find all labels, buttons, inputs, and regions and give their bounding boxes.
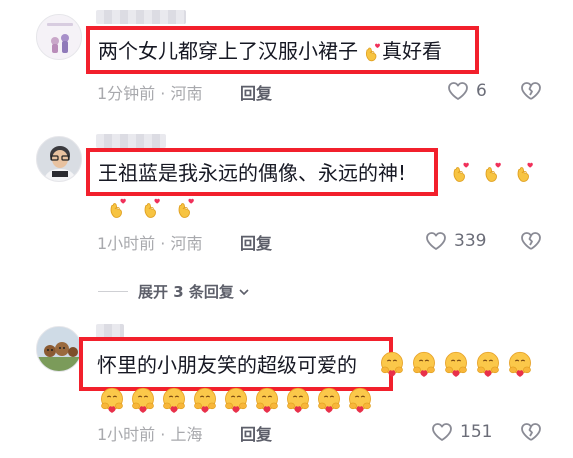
hug-face-emoji (284, 386, 312, 414)
comment-meta: 1小时前 · 上海 (97, 425, 203, 444)
like-button[interactable]: 151 (430, 420, 492, 444)
location: 河南 (170, 234, 203, 253)
emoji-row (378, 350, 534, 378)
hug-face-emoji (253, 386, 281, 414)
finger-heart-emoji (477, 160, 503, 186)
username-blurred[interactable] (96, 324, 124, 338)
heart-outline-icon (446, 79, 470, 103)
avatar[interactable] (36, 136, 82, 182)
hug-face-emoji (410, 350, 438, 378)
like-count: 151 (460, 422, 493, 442)
like-count: 6 (476, 81, 487, 101)
hug-face-emoji (506, 350, 534, 378)
hug-face-emoji (222, 386, 250, 414)
dislike-button[interactable] (519, 79, 543, 107)
comment-item: 王祖蓝是我永远的偶像、永远的神! 1小时前 · 河南 回复 339 (0, 110, 573, 270)
emoji-row (102, 196, 196, 222)
heart-outline-icon (424, 229, 448, 253)
finger-heart-emoji (136, 196, 162, 222)
avatar[interactable] (36, 326, 82, 372)
username-blurred[interactable] (96, 134, 166, 148)
comment-text: 怀里的小朋友笑的超级可爱的 (97, 353, 357, 377)
finger-heart-emoji (102, 196, 128, 222)
hug-face-emoji (474, 350, 502, 378)
reply-button[interactable]: 回复 (240, 230, 272, 254)
avatar[interactable] (36, 14, 82, 60)
hug-face-emoji (442, 350, 470, 378)
comment-text: 王祖蓝是我永远的偶像、永远的神! (98, 161, 407, 185)
hug-face-emoji (98, 386, 126, 414)
emoji-row (98, 386, 374, 414)
heart-outline-icon (430, 420, 454, 444)
like-button[interactable]: 339 (424, 229, 486, 253)
like-button[interactable]: 6 (446, 79, 487, 103)
timestamp: 1分钟前 (97, 84, 156, 103)
reply-button[interactable]: 回复 (240, 80, 272, 104)
like-count: 339 (454, 231, 487, 251)
comment-item: 怀里的小朋友笑的超级可爱的 1小时前 · 上海 回复 151 (0, 310, 573, 458)
dislike-button[interactable] (519, 229, 543, 257)
username-blurred[interactable] (96, 10, 186, 24)
emoji-row (445, 160, 535, 186)
finger-heart-emoji (509, 160, 535, 186)
timestamp: 1小时前 (97, 425, 156, 444)
finger-heart-emoji (170, 196, 196, 222)
finger-heart-emoji (358, 41, 382, 65)
hug-face-emoji (191, 386, 219, 414)
broken-heart-icon (519, 229, 543, 253)
hug-face-emoji (378, 350, 406, 378)
hug-face-emoji (346, 386, 374, 414)
timestamp: 1小时前 (97, 234, 156, 253)
chevron-down-icon (239, 288, 249, 295)
hug-face-emoji (315, 386, 343, 414)
comment-meta: 1小时前 · 河南 (97, 234, 203, 253)
location: 上海 (170, 425, 203, 444)
dislike-button[interactable] (519, 420, 543, 448)
comment-item: 两个女儿都穿上了汉服小裙子 真好看 1分钟前 · 河南 回复 6 (0, 0, 573, 110)
divider (98, 291, 128, 292)
hug-face-emoji (129, 386, 157, 414)
comment-text: 两个女儿都穿上了汉服小裙子 真好看 (98, 39, 442, 65)
reply-button[interactable]: 回复 (240, 421, 272, 445)
location: 河南 (170, 84, 203, 103)
finger-heart-emoji (445, 160, 471, 186)
comment-meta: 1分钟前 · 河南 (97, 84, 203, 103)
expand-replies-button[interactable]: 展开 3 条回复 (98, 281, 251, 302)
hug-face-emoji (160, 386, 188, 414)
broken-heart-icon (519, 420, 543, 444)
broken-heart-icon (519, 79, 543, 103)
